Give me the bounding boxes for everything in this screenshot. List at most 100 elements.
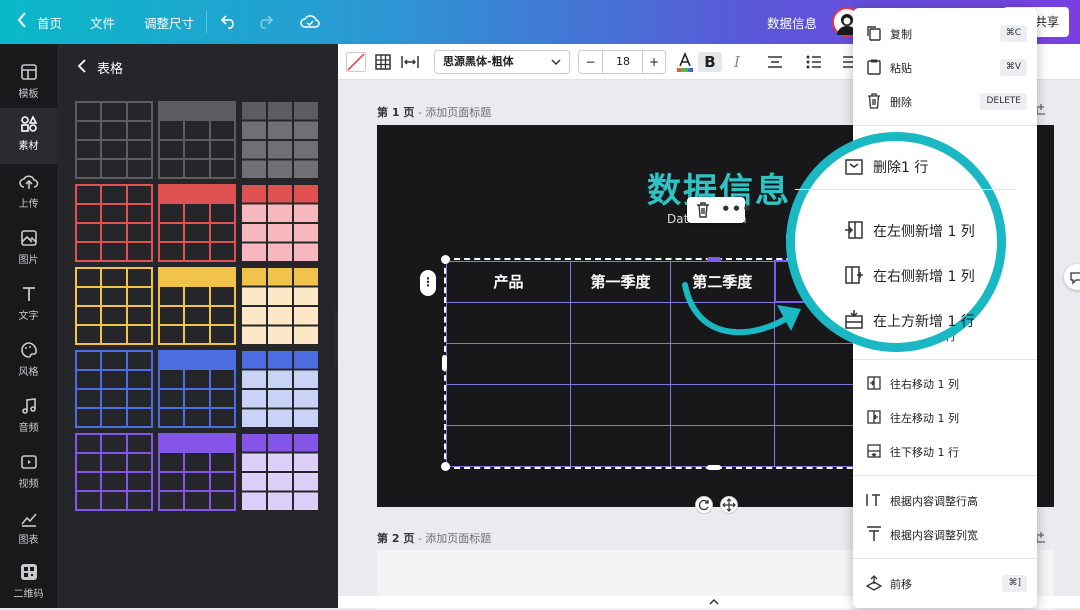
nav-qrcode[interactable]: 二维码 <box>0 556 57 608</box>
resize-handle[interactable] <box>707 465 721 470</box>
font-size-input[interactable]: 18 <box>603 51 643 73</box>
table-style-thumbnail[interactable] <box>158 433 236 511</box>
resize-handle[interactable] <box>442 355 447 371</box>
more-options-icon[interactable]: ••• <box>721 200 753 218</box>
trash-icon[interactable] <box>696 202 710 221</box>
resize-handle[interactable] <box>441 462 450 471</box>
menu-item-paste[interactable]: 粘贴 ⌘V <box>853 50 1037 84</box>
menu-divider <box>853 359 1037 360</box>
nav-label: 图表 <box>18 535 39 546</box>
chevron-down-icon <box>551 52 561 80</box>
callout-item-add-above[interactable]: 在上方新增 1 行 <box>795 301 1015 341</box>
shortcut-badge: DELETE <box>980 93 1027 110</box>
template-icon <box>20 64 37 80</box>
menu-item-copy[interactable]: 复制 ⌘C <box>853 16 1037 50</box>
text-width-icon <box>867 526 881 541</box>
callout-item-delete-row[interactable]: 删除1 行 <box>795 147 1015 187</box>
page-number: 第 1 页 <box>377 106 415 119</box>
nav-label: 风格 <box>18 367 39 378</box>
cloud-saved-icon[interactable] <box>300 12 320 34</box>
table-style-thumbnail[interactable] <box>75 184 153 262</box>
menu-divider <box>853 475 1037 476</box>
elements-icon <box>20 115 37 132</box>
menu-item-fit-width[interactable]: 根据内容调整列宽 <box>853 517 1037 551</box>
subtitle-left: Dat <box>667 212 689 226</box>
add-page-icon[interactable] <box>1035 530 1049 547</box>
table-style-thumbnail[interactable] <box>241 101 319 179</box>
callout-item-add-left[interactable]: 在左侧新增 1 列 <box>795 211 1015 251</box>
menu-item-move-down[interactable]: 往下移动 1 行 <box>853 434 1037 468</box>
nav-upload[interactable]: 上传 <box>0 166 57 218</box>
menu-item-delete[interactable]: 删除 DELETE <box>853 84 1037 118</box>
file-menu[interactable]: 文件 <box>90 13 115 32</box>
upload-icon <box>18 175 38 189</box>
resize-button[interactable]: 调整尺寸 <box>144 13 194 32</box>
table-style-thumbnail[interactable] <box>75 350 153 428</box>
align-center-icon[interactable] <box>766 54 784 73</box>
nav-photos[interactable]: 图片 <box>0 222 57 274</box>
comment-icon[interactable] <box>1064 264 1080 290</box>
nav-label: 图片 <box>18 255 39 266</box>
nav-charts[interactable]: 图表 <box>0 502 57 554</box>
nav-label: 二维码 <box>13 589 44 600</box>
table-style-thumbnail[interactable] <box>241 350 319 428</box>
row-options-icon[interactable]: ⋮ <box>420 270 436 296</box>
nav-elements[interactable]: 素材 <box>0 108 57 164</box>
font-size-increase-button[interactable]: + <box>642 51 665 73</box>
table-style-thumbnail[interactable] <box>241 184 319 262</box>
menu-item-move-right[interactable]: 往右移动 1 列 <box>853 366 1037 400</box>
page-1-label[interactable]: 第 1 页 - 添加页面标题 <box>377 104 491 120</box>
table-style-thumbnail[interactable] <box>241 433 319 511</box>
bold-button[interactable]: B <box>698 52 722 72</box>
undo-icon[interactable] <box>220 12 238 34</box>
font-family-select[interactable]: 思源黑体-粗体 <box>434 50 570 74</box>
insert-column-left-icon <box>845 221 863 239</box>
page-2-label[interactable]: 第 2 页 - 添加页面标题 <box>377 530 491 546</box>
callout-item-add-right[interactable]: 在右侧新增 1 列 <box>795 256 1015 296</box>
menu-label: 复制 <box>890 28 912 41</box>
table-grid-icon[interactable] <box>374 53 392 74</box>
nav-video[interactable]: 视频 <box>0 446 57 498</box>
nav-templates[interactable]: 模板 <box>0 56 57 108</box>
resize-handle[interactable] <box>441 255 450 264</box>
spacing-icon[interactable] <box>400 53 420 74</box>
back-chevron-icon[interactable] <box>16 11 28 33</box>
rotate-icon[interactable] <box>695 496 713 514</box>
nav-styles[interactable]: 风格 <box>0 334 57 386</box>
font-size-decrease-button[interactable]: − <box>579 51 603 73</box>
table-style-thumbnail[interactable] <box>241 267 319 345</box>
menu-item-move-left[interactable]: 往左移动 1 列 <box>853 400 1037 434</box>
qrcode-icon <box>20 564 37 580</box>
add-page-icon[interactable] <box>1035 102 1049 119</box>
back-chevron-icon[interactable] <box>77 58 87 74</box>
column-handle[interactable] <box>707 257 721 262</box>
home-button[interactable]: 首页 <box>37 13 62 32</box>
menu-item-fit-height[interactable]: 根据内容调整行高 <box>853 483 1037 517</box>
table-style-thumbnail[interactable] <box>158 101 236 179</box>
table-style-thumbnail[interactable] <box>75 267 153 345</box>
document-title[interactable]: 数据信息 <box>767 13 817 32</box>
table-style-thumbnail[interactable] <box>158 184 236 262</box>
table-style-thumbnail[interactable] <box>75 101 153 179</box>
page-number: 第 2 页 <box>377 532 415 545</box>
menu-label: 删除 <box>890 96 912 109</box>
redo-icon[interactable] <box>256 12 274 34</box>
text-color-icon[interactable] <box>675 51 695 73</box>
list-icon[interactable] <box>805 54 823 73</box>
font-family-value: 思源黑体-粗体 <box>443 55 514 68</box>
move-column-right-icon <box>867 376 881 390</box>
table-style-thumbnail[interactable] <box>158 267 236 345</box>
fill-color-none-icon[interactable] <box>346 52 366 72</box>
nav-text[interactable]: 文字 <box>0 278 57 330</box>
table-style-thumbnail[interactable] <box>158 350 236 428</box>
menu-divider <box>853 125 1037 126</box>
audio-icon <box>21 398 36 414</box>
trash-icon <box>868 93 880 109</box>
move-icon[interactable] <box>720 496 738 514</box>
italic-button[interactable]: I <box>727 52 747 72</box>
table-style-thumbnail[interactable] <box>75 433 153 511</box>
shortcut-badge: ⌘V <box>999 59 1027 76</box>
menu-item-forward[interactable]: 前移 ⌘] <box>853 566 1037 600</box>
nav-audio[interactable]: 音频 <box>0 390 57 442</box>
line-spacing-icon[interactable] <box>841 54 853 73</box>
